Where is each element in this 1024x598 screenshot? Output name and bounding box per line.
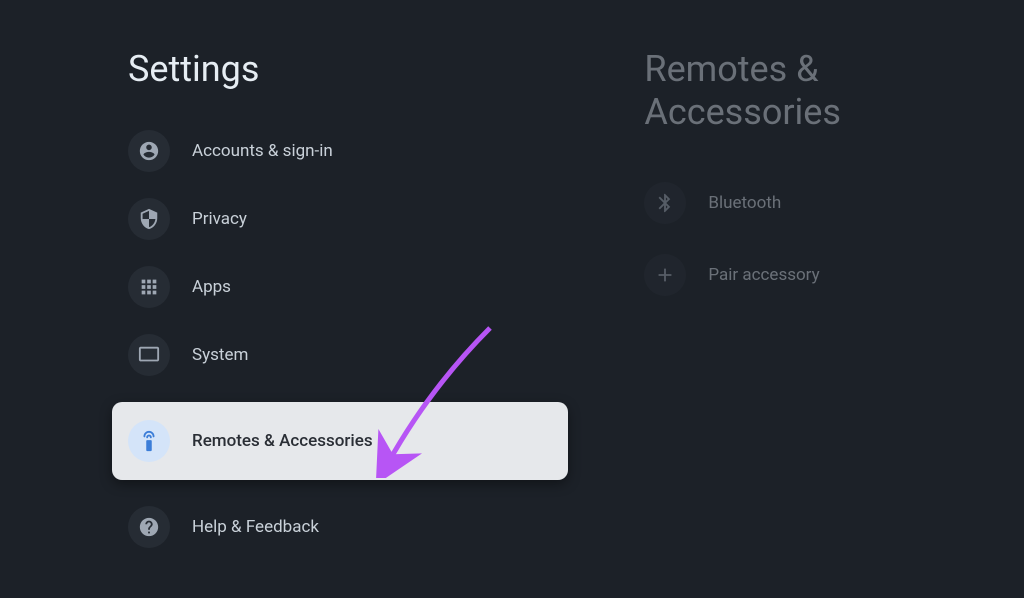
shield-icon [128, 198, 170, 240]
detail-title: Remotes & Accessories [644, 48, 1024, 134]
detail-item-label: Bluetooth [708, 193, 781, 213]
menu-item-help[interactable]: Help & Feedback [128, 506, 614, 548]
account-icon [128, 130, 170, 172]
menu-item-label: Help & Feedback [192, 517, 319, 537]
menu-item-apps[interactable]: Apps [128, 266, 614, 308]
menu-item-label: Privacy [192, 209, 247, 229]
monitor-icon [128, 334, 170, 376]
menu-item-label: Apps [192, 277, 231, 297]
settings-title: Settings [128, 48, 614, 90]
menu-item-label: System [192, 345, 248, 365]
detail-item-pair[interactable]: Pair accessory [644, 254, 1024, 296]
detail-panel: Remotes & Accessories Bluetooth Pair acc… [614, 0, 1024, 598]
bluetooth-icon [644, 182, 686, 224]
detail-item-label: Pair accessory [708, 265, 819, 285]
menu-item-label: Remotes & Accessories [192, 431, 373, 451]
apps-icon [128, 266, 170, 308]
detail-list: Bluetooth Pair accessory [644, 182, 1024, 296]
help-icon [128, 506, 170, 548]
menu-item-label: Accounts & sign-in [192, 141, 333, 161]
menu-item-privacy[interactable]: Privacy [128, 198, 614, 240]
settings-menu-list: Accounts & sign-in Privacy Apps [128, 130, 614, 548]
settings-panel: Settings Accounts & sign-in Privacy [0, 0, 614, 598]
menu-item-accounts[interactable]: Accounts & sign-in [128, 130, 614, 172]
plus-icon [644, 254, 686, 296]
remote-icon [128, 420, 170, 462]
menu-item-system[interactable]: System [128, 334, 614, 376]
detail-item-bluetooth[interactable]: Bluetooth [644, 182, 1024, 224]
menu-item-remotes[interactable]: Remotes & Accessories [112, 402, 568, 480]
